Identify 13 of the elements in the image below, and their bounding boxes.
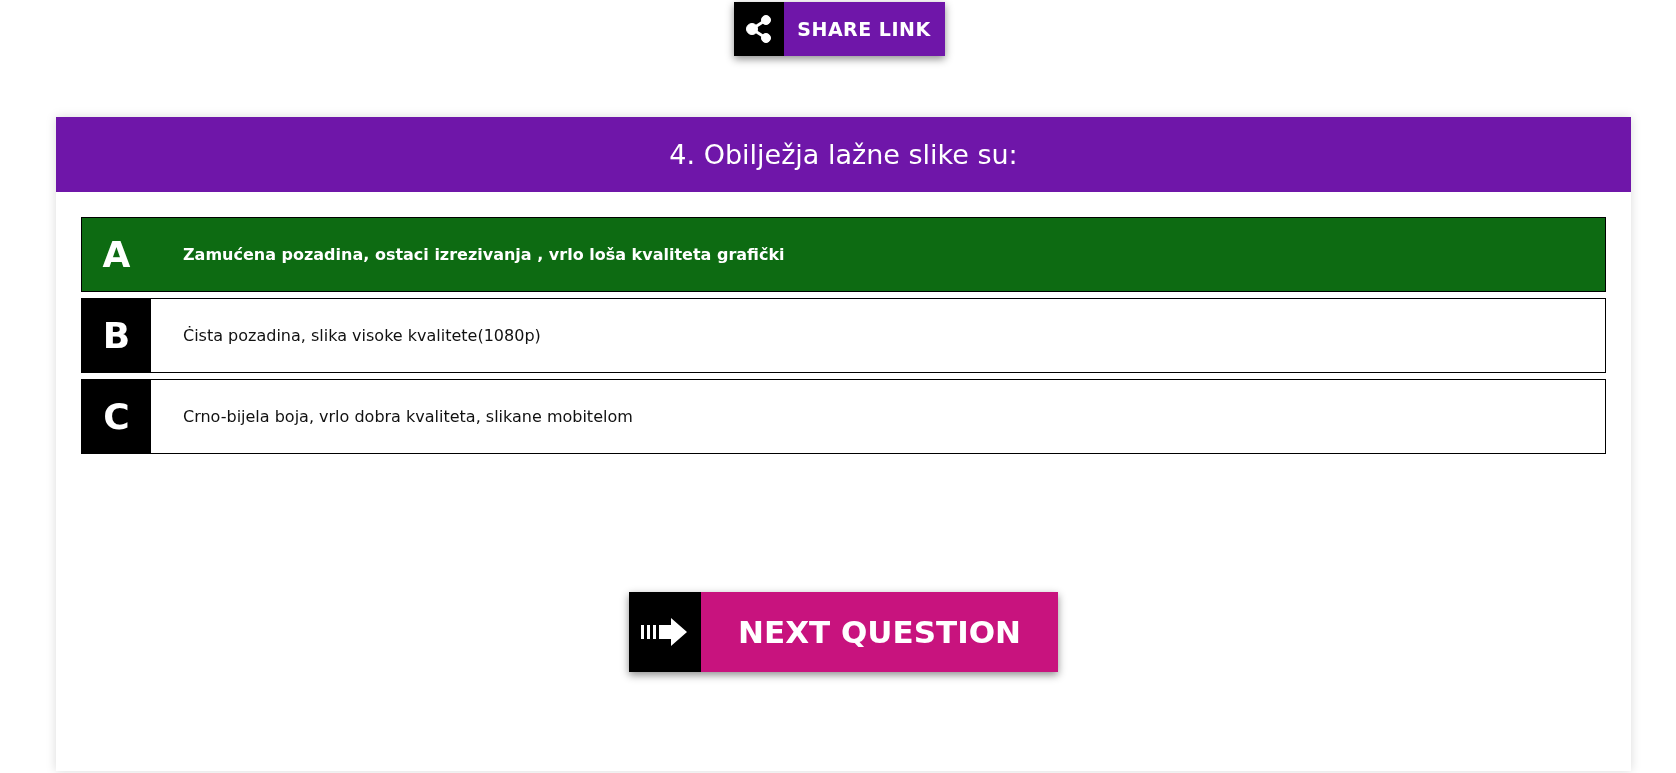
answer-text: Zamućena pozadina, ostaci izrezivanja , vrlo loša kvaliteta grafički <box>182 245 785 264</box>
answer-text: Ċista pozadina, slika visoke kvalitete(1080p) <box>182 326 541 345</box>
question-title: 4. Obilježja lažne slike su: <box>669 139 1018 170</box>
share-icon <box>744 14 773 44</box>
next-question-button[interactable]: NEXT QUESTION <box>629 592 1058 672</box>
share-link-button[interactable]: SHARE LINK <box>733 2 945 56</box>
answer-text: Crno-bijela boja, vrlo dobra kvaliteta, slikane mobitelom <box>182 407 633 426</box>
arrow-icon <box>641 617 689 647</box>
answer-letter: C <box>82 380 151 453</box>
answer-option[interactable]: A Zamućena pozadina, ostaci izrezivanja , vrlo loša kvaliteta grafički <box>81 217 1606 292</box>
answer-letter: B <box>82 299 151 372</box>
answer-option[interactable]: B Ċista pozadina, slika visoke kvalitete(1080p) <box>81 298 1606 373</box>
answer-option[interactable]: C Crno-bijela boja, vrlo dobra kvaliteta, slikane mobitelom <box>81 379 1606 454</box>
